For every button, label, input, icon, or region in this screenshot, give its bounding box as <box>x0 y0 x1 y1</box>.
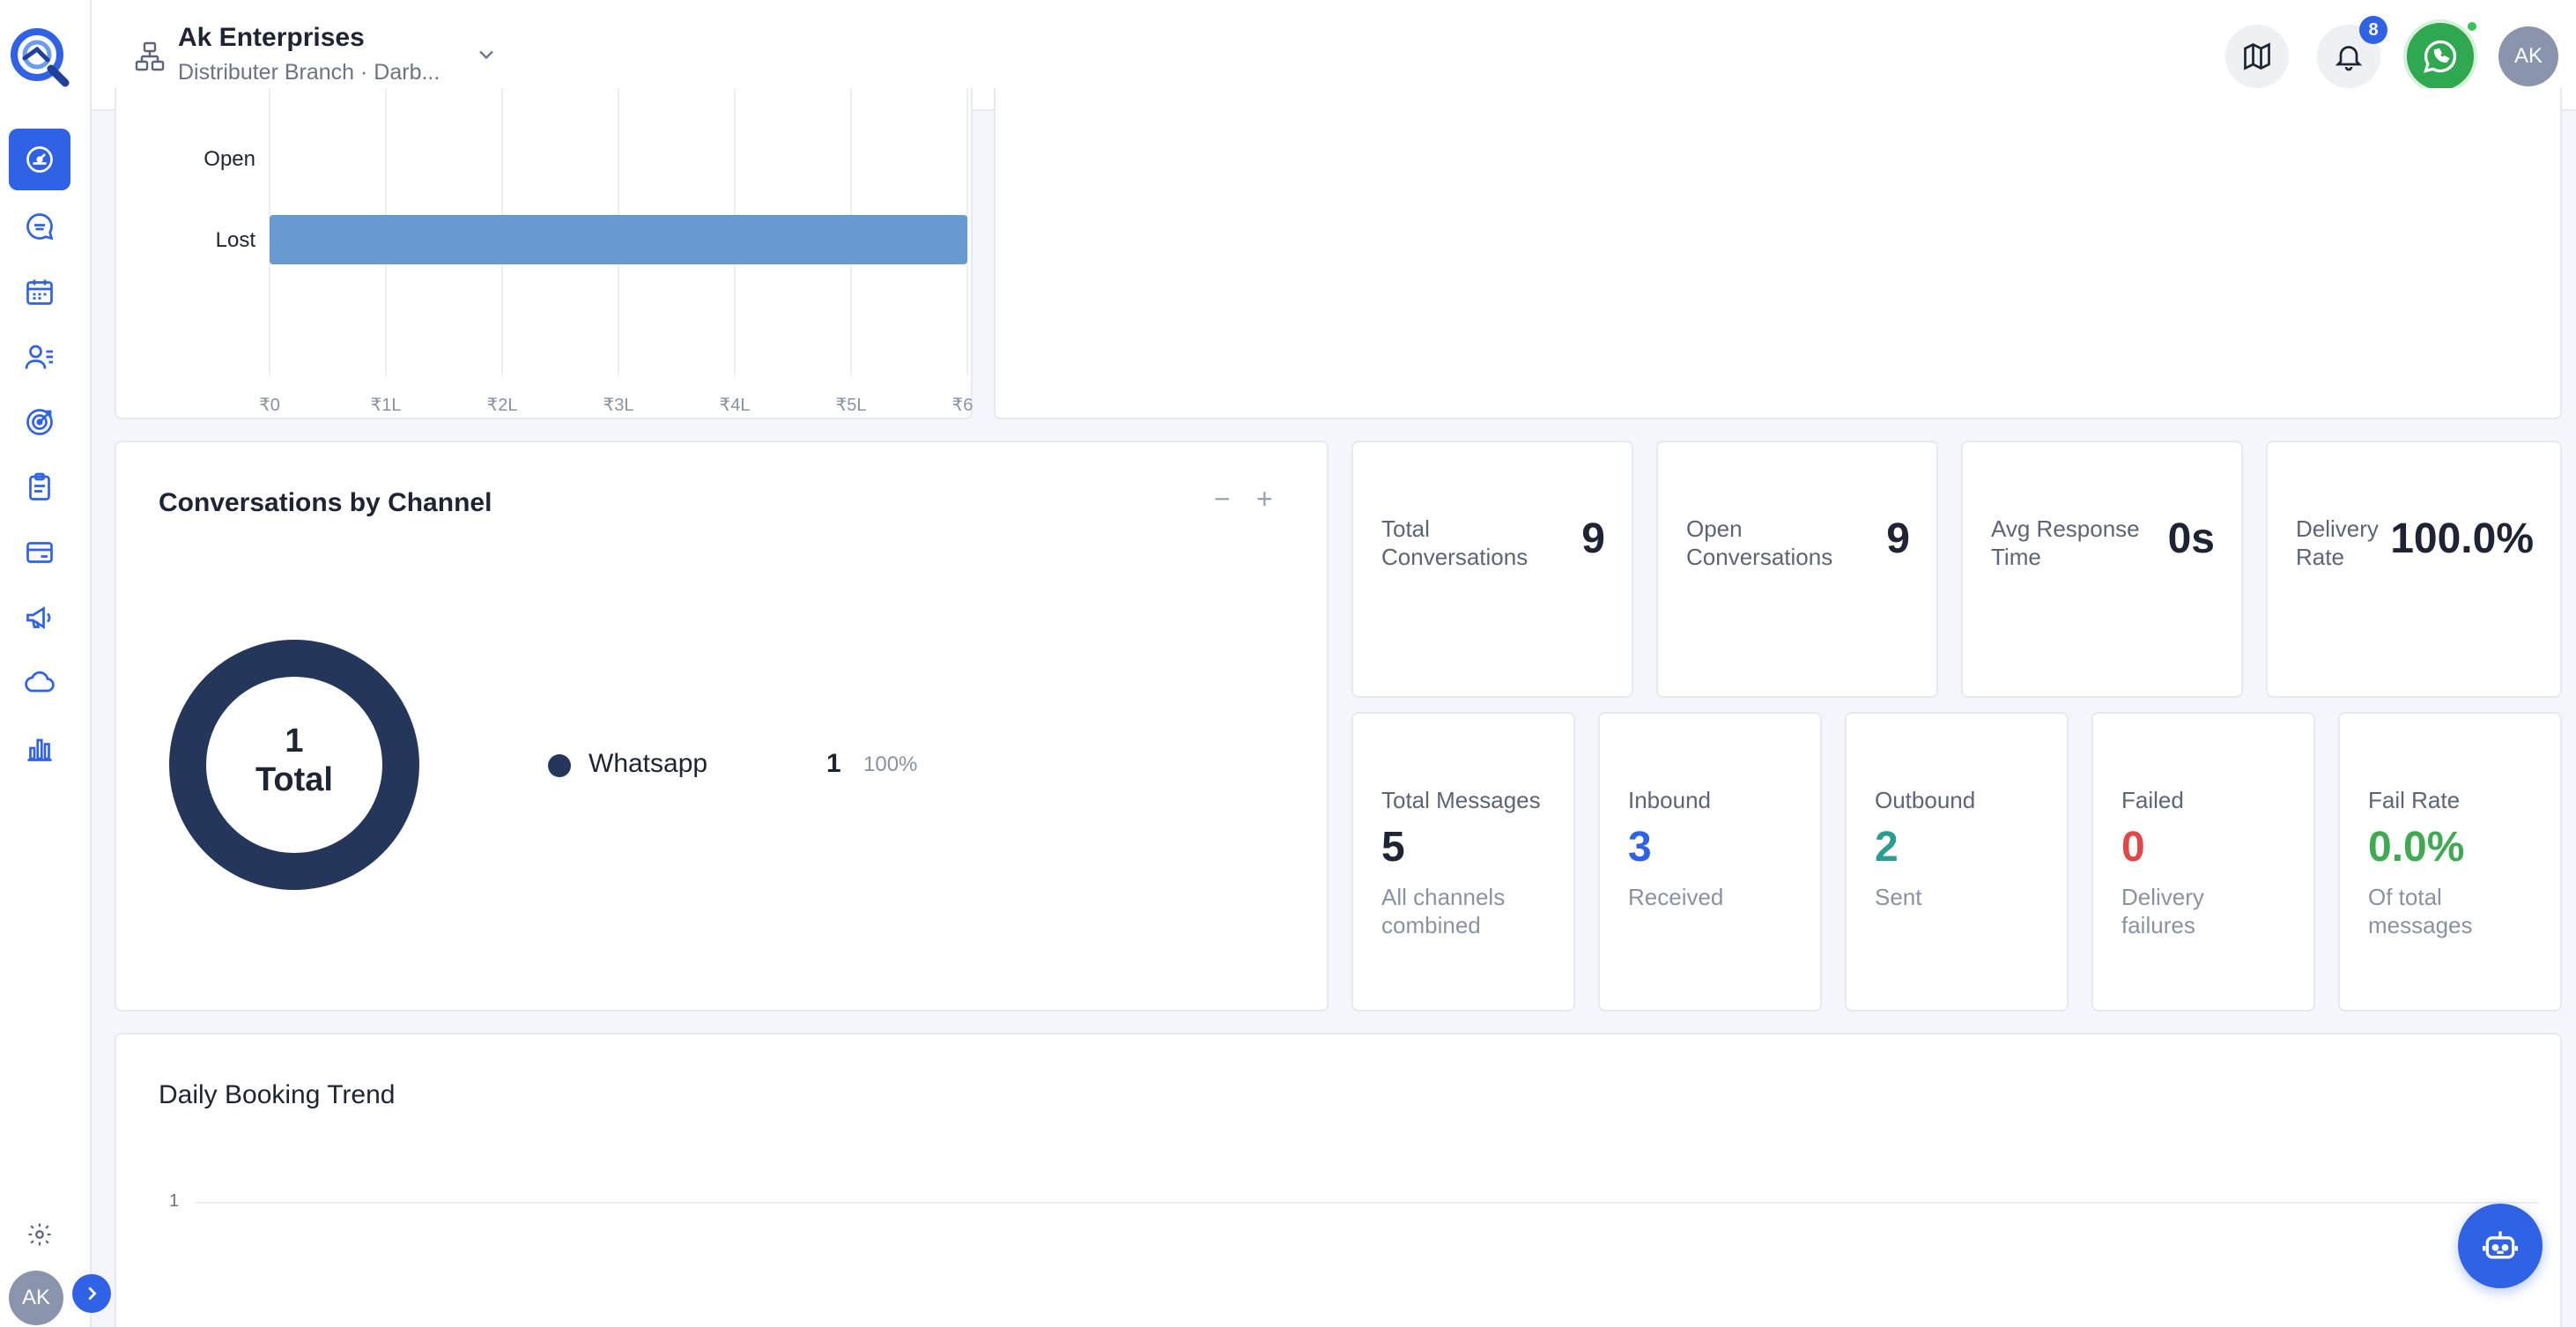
stat-subtext: All channels combined <box>1381 884 1506 938</box>
stat-card-fail-rate: Fail Rate 0.0% Of total messages <box>2338 712 2562 1012</box>
sidebar: AK <box>0 0 111 1327</box>
zoom-in-button[interactable]: + <box>1256 483 1273 515</box>
user-avatar[interactable]: AK <box>2498 26 2558 86</box>
stat-label: Fail Rate <box>2368 787 2461 813</box>
x-tick-label: ₹5L <box>836 396 867 415</box>
target-icon <box>26 409 53 435</box>
stat-value: 0.0% <box>2368 824 2465 871</box>
gridline <box>196 1202 2539 1204</box>
y-axis-tick: 1 <box>169 1191 180 1211</box>
sidebar-item-dashboard[interactable] <box>9 129 70 190</box>
branch-icon <box>135 41 165 71</box>
stat-card-failed: Failed 0 Delivery failures <box>2091 712 2315 1012</box>
pipeline-chart-card: ₹0₹1L₹2L₹3L₹4L₹5L₹6LOpenLost₹6 <box>115 88 974 419</box>
chat-icon <box>26 213 54 241</box>
sidebar-item-conversations[interactable] <box>9 196 70 257</box>
stat-label: Avg Response Time <box>1991 515 2140 570</box>
empty-panel-card <box>994 88 2562 419</box>
legend-channel-count: 1 <box>826 749 841 778</box>
card-icon <box>26 542 53 563</box>
stat-card-outbound: Outbound 2 Sent <box>1845 712 2069 1012</box>
sidebar-item-contacts[interactable] <box>9 326 70 388</box>
x-tick-label: ₹4L <box>720 396 751 415</box>
sidebar-item-reports[interactable] <box>9 717 70 779</box>
sidebar-item-goals[interactable] <box>9 391 70 453</box>
legend-channel-name: Whatsapp <box>588 749 708 778</box>
stat-value: 0 <box>2121 824 2145 871</box>
stat-label: Total Messages <box>1381 787 1541 813</box>
stat-card-inbound: Inbound 3 Received <box>1598 712 1822 1012</box>
pipeline-bar-chart: ₹0₹1L₹2L₹3L₹4L₹5L₹6LOpenLost₹6 <box>204 88 974 415</box>
stat-value: 5 <box>1381 824 1405 871</box>
stat-value: 9 <box>1886 515 1910 562</box>
stat-label: Open Conversations <box>1686 515 1833 570</box>
chatbot-button[interactable] <box>2458 1204 2543 1288</box>
stat-label: Inbound <box>1628 787 1711 813</box>
sidebar-item-billing[interactable] <box>9 522 70 583</box>
stat-value: 2 <box>1875 824 1899 871</box>
whatsapp-icon <box>2424 40 2457 73</box>
stat-value: 3 <box>1628 824 1652 871</box>
sidebar-item-campaigns[interactable] <box>9 587 70 649</box>
stat-card-delivery-rate: Delivery Rate 100.0% <box>2266 441 2562 698</box>
stat-subtext: Delivery failures <box>2121 884 2204 938</box>
sidebar-item-calendar[interactable] <box>9 261 70 322</box>
dashboard-icon <box>26 146 53 173</box>
stat-label: Outbound <box>1875 787 1976 813</box>
x-tick-label: ₹3L <box>603 396 634 415</box>
online-status-dot <box>2465 19 2479 33</box>
calendar-icon <box>26 279 53 305</box>
sidebar-item-tasks[interactable] <box>9 456 70 518</box>
app-logo-icon[interactable] <box>7 25 70 88</box>
chevron-right-icon <box>88 1286 97 1301</box>
legend-color-dot <box>548 754 571 777</box>
sidebar-avatar[interactable]: AK <box>9 1271 63 1325</box>
robot-icon <box>2483 1231 2518 1259</box>
conversations-by-channel-card: Conversations by Channel − + 1 Total Wha… <box>115 441 1329 1012</box>
zoom-out-button[interactable]: − <box>1214 483 1231 515</box>
card-title: Conversations by Channel <box>159 488 492 517</box>
company-name[interactable]: Ak Enterprises <box>178 23 365 53</box>
stat-label: Delivery Rate <box>2296 515 2379 570</box>
map-icon <box>2244 42 2270 70</box>
cloud-icon <box>25 671 55 693</box>
x-tick-label: ₹0 <box>259 396 280 415</box>
stat-subtext: Received <box>1628 884 1724 910</box>
stat-value: 100.0% <box>2390 515 2534 562</box>
notification-badge: 8 <box>2359 16 2387 44</box>
y-category-label: Open <box>204 147 255 171</box>
x-tick-label: ₹1L <box>371 396 402 415</box>
daily-booking-trend-card: Daily Booking Trend 1 <box>115 1033 2562 1327</box>
donut-total-value: 1 <box>285 723 304 760</box>
x-tick-label: ₹6L <box>952 396 974 415</box>
donut-total-label: Total <box>255 761 333 798</box>
stat-card-open-conversations: Open Conversations 9 <box>1656 441 1938 698</box>
stat-value: 9 <box>1581 515 1605 562</box>
chevron-down-icon[interactable] <box>474 42 499 67</box>
stat-card-total-conversations: Total Conversations 9 <box>1351 441 1633 698</box>
stat-subtext: Sent <box>1875 884 1922 910</box>
settings-button[interactable] <box>18 1212 62 1257</box>
bell-icon <box>2335 46 2363 71</box>
bar-chart-icon <box>27 738 52 761</box>
bar <box>270 215 967 264</box>
legend-channel-percent: 100% <box>863 752 918 776</box>
stat-value: 0s <box>2167 515 2215 562</box>
map-button[interactable] <box>2225 25 2289 88</box>
card-title: Daily Booking Trend <box>159 1080 396 1109</box>
megaphone-icon <box>26 606 51 629</box>
stat-card-avg-response-time: Avg Response Time 0s <box>1961 441 2243 698</box>
expand-sidebar-button[interactable] <box>72 1274 111 1313</box>
x-tick-label: ₹2L <box>487 396 518 415</box>
y-category-label: Lost <box>216 228 256 252</box>
stat-label: Failed <box>2121 787 2184 813</box>
contacts-icon <box>25 345 53 369</box>
clipboard-icon <box>29 472 50 500</box>
stat-card-total-messages: Total Messages 5 All channels combined <box>1351 712 1575 1012</box>
gear-icon <box>28 1223 51 1246</box>
sidebar-item-cloud[interactable] <box>9 652 70 714</box>
branch-name[interactable]: Distributer Branch · Darb... <box>178 60 440 85</box>
stat-subtext: Of total messages <box>2368 884 2473 938</box>
stat-label: Total Conversations <box>1381 515 1529 570</box>
